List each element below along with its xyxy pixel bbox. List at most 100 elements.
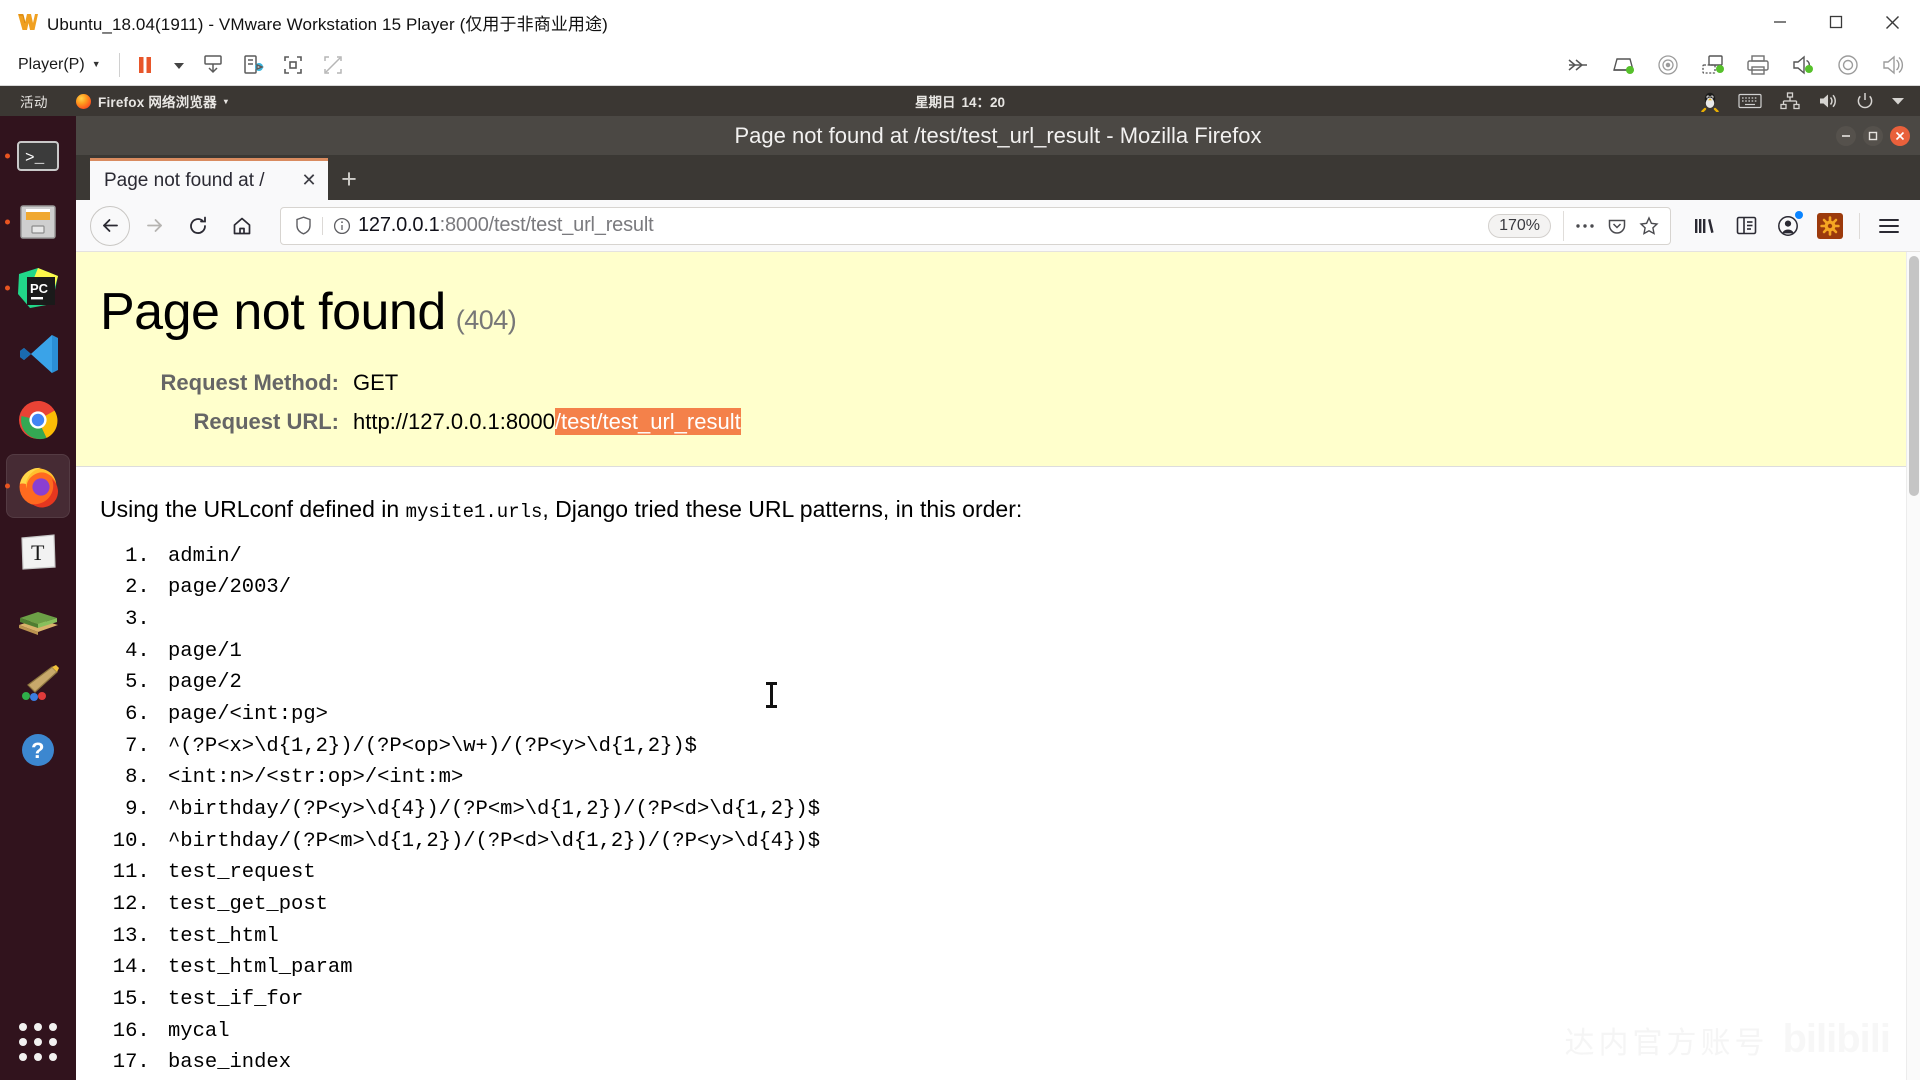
vmware-logo-icon (16, 11, 38, 33)
file-manager-icon (14, 198, 62, 246)
firefox-minimize-button[interactable] (1836, 125, 1856, 146)
chrome-icon (14, 396, 62, 444)
firefox-window: Page not found at /test/test_url_result … (76, 116, 1920, 1080)
running-indicator (5, 219, 10, 225)
harddisk-status-icon[interactable] (1610, 52, 1636, 78)
network-status-icon[interactable] (1700, 52, 1726, 78)
extension-gear-icon[interactable] (1811, 207, 1849, 245)
dot (19, 1023, 27, 1031)
url-bar[interactable]: 127.0.0.1:8000/test/test_url_result 170% (280, 206, 1671, 245)
request-url-row: Request URL: http://127.0.0.1:8000/test/… (76, 405, 1920, 438)
keyboard-icon[interactable] (1738, 93, 1762, 109)
volume-icon[interactable] (1818, 92, 1838, 110)
vmware-minimize-button[interactable] (1752, 0, 1808, 44)
page-scrollbar[interactable] (1906, 252, 1920, 1080)
list-item: base_index (162, 1047, 1920, 1079)
dot (49, 1038, 57, 1046)
cdrom-status-icon[interactable] (1655, 52, 1681, 78)
dock-item-chrome[interactable] (6, 388, 70, 452)
vscode-icon (14, 330, 62, 378)
dock-item-files[interactable] (5, 190, 70, 254)
firefox-close-button[interactable] (1890, 125, 1910, 146)
shield-icon[interactable] (291, 214, 315, 238)
player-menu-button[interactable]: Player(P) ▼ (16, 54, 107, 76)
help-question-icon: ? (14, 726, 62, 774)
sidebar-icon[interactable] (1727, 207, 1765, 245)
ellipsis-icon[interactable] (1570, 211, 1600, 241)
dot (49, 1023, 57, 1031)
list-item: ^birthday/(?P<m>\d{1,2})/(?P<d>\d{1,2})/… (162, 826, 1920, 858)
firefox-titlebar: Page not found at /test/test_url_result … (76, 116, 1920, 156)
power-icon[interactable] (1856, 92, 1874, 110)
back-button[interactable] (90, 205, 130, 246)
list-item: test_request (162, 857, 1920, 889)
show-applications-button[interactable] (16, 1020, 60, 1064)
paintbrush-icon (14, 660, 62, 708)
info-circle-icon[interactable] (330, 214, 354, 238)
send-ctrl-alt-del-button[interactable] (200, 52, 226, 78)
vmware-maximize-button[interactable] (1808, 0, 1864, 44)
panel-app-menu[interactable]: Firefox 网络浏览器 ▾ (76, 91, 228, 111)
typora-icon: T (14, 528, 62, 576)
request-method-row: Request Method: GET (76, 366, 1920, 399)
network-tree-icon[interactable] (1780, 92, 1800, 110)
dock-item-gimp[interactable] (6, 652, 70, 716)
page-title: Page not found (404) (76, 282, 1920, 342)
dock-item-pycharm[interactable]: PC (5, 256, 70, 320)
intro-suffix: , Django tried these URL patterns, in th… (542, 496, 1023, 522)
suspend-dropdown-caret[interactable] (172, 52, 186, 78)
running-indicator (5, 153, 10, 159)
request-method-value: GET (353, 370, 399, 395)
panel-activities-button[interactable]: 活动 (20, 91, 48, 111)
svg-text:PC: PC (30, 281, 49, 296)
new-tab-button[interactable]: + (328, 158, 370, 200)
printer-status-icon[interactable] (1745, 52, 1771, 78)
zoom-level-indicator[interactable]: 170% (1488, 213, 1551, 238)
penguin-icon[interactable] (1700, 90, 1720, 112)
url-pattern-list: admin/ page/2003/ page/1 page/2 page/<in… (100, 541, 1920, 1080)
ubuntu-dock: >_ PC T ? (0, 116, 76, 1080)
divider (322, 216, 323, 235)
home-button[interactable] (222, 206, 262, 246)
firefox-maximize-button[interactable] (1863, 125, 1883, 146)
soundcard-status-icon[interactable] (1790, 52, 1816, 78)
close-icon[interactable]: ✕ (298, 170, 320, 192)
vmware-window-controls (1752, 0, 1920, 44)
intro-prefix: Using the URLconf defined in (100, 496, 406, 522)
text-cursor-icon (766, 682, 777, 708)
dot (19, 1038, 27, 1046)
pocket-icon[interactable] (1602, 211, 1632, 241)
dock-item-help[interactable]: ? (6, 718, 70, 782)
panel-app-label: Firefox 网络浏览器 (98, 95, 217, 110)
chevron-double-right-icon[interactable] (1565, 52, 1591, 78)
star-icon[interactable] (1634, 211, 1664, 241)
display-off-button[interactable] (320, 52, 346, 78)
dock-item-firefox[interactable] (5, 454, 70, 518)
dock-item-vscode[interactable] (6, 322, 70, 386)
vmware-close-button[interactable] (1864, 0, 1920, 44)
forward-button[interactable] (134, 206, 174, 246)
volume-status-icon[interactable] (1880, 52, 1906, 78)
dock-item-calibre[interactable] (6, 586, 70, 650)
error-heading: Page not found (100, 283, 446, 341)
library-icon[interactable] (1685, 207, 1723, 245)
unity-mode-button[interactable] (280, 52, 306, 78)
list-item: test_get_post (162, 889, 1920, 921)
browser-tab[interactable]: Page not found at / ✕ (90, 158, 328, 200)
suspend-button[interactable] (132, 52, 158, 78)
chevron-down-icon[interactable] (1892, 97, 1904, 105)
dock-item-terminal[interactable]: >_ (5, 124, 70, 188)
hamburger-menu-icon[interactable] (1870, 207, 1908, 245)
firefox-toolbar-buttons (1685, 207, 1908, 245)
request-url-label: Request URL: (193, 409, 339, 434)
reload-button[interactable] (178, 206, 218, 246)
firefox-tab-bar: Page not found at / ✕ + (76, 156, 1920, 200)
dock-item-typora[interactable]: T (6, 520, 70, 584)
scrollbar-thumb[interactable] (1909, 256, 1919, 496)
camera-status-icon[interactable] (1835, 52, 1861, 78)
url-text[interactable]: 127.0.0.1:8000/test/test_url_result (358, 214, 1476, 237)
account-circle-icon[interactable] (1769, 207, 1807, 245)
panel-clock[interactable]: 星期日 14：20 (915, 91, 1005, 111)
manage-vm-button[interactable] (240, 52, 266, 78)
list-item: test_if_for (162, 984, 1920, 1016)
